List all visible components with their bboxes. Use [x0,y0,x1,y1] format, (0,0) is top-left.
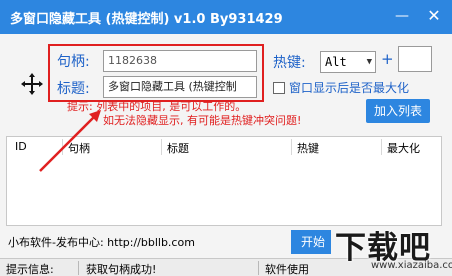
watermark-url: www.xiazaiba.com [371,260,452,271]
status-separator [258,261,259,275]
publisher-site-text: 小布软件-发布中心: http://bbllb.com [8,236,195,249]
status-right-text: 软件使用 [265,263,309,276]
watermark-logo: 下载吧 www.xiazaiba.com [327,222,452,276]
start-button[interactable]: 开始 [291,230,331,254]
status-separator [78,261,79,275]
status-label: 提示信息: [6,263,54,276]
status-message: 获取句柄成功! [86,263,157,276]
